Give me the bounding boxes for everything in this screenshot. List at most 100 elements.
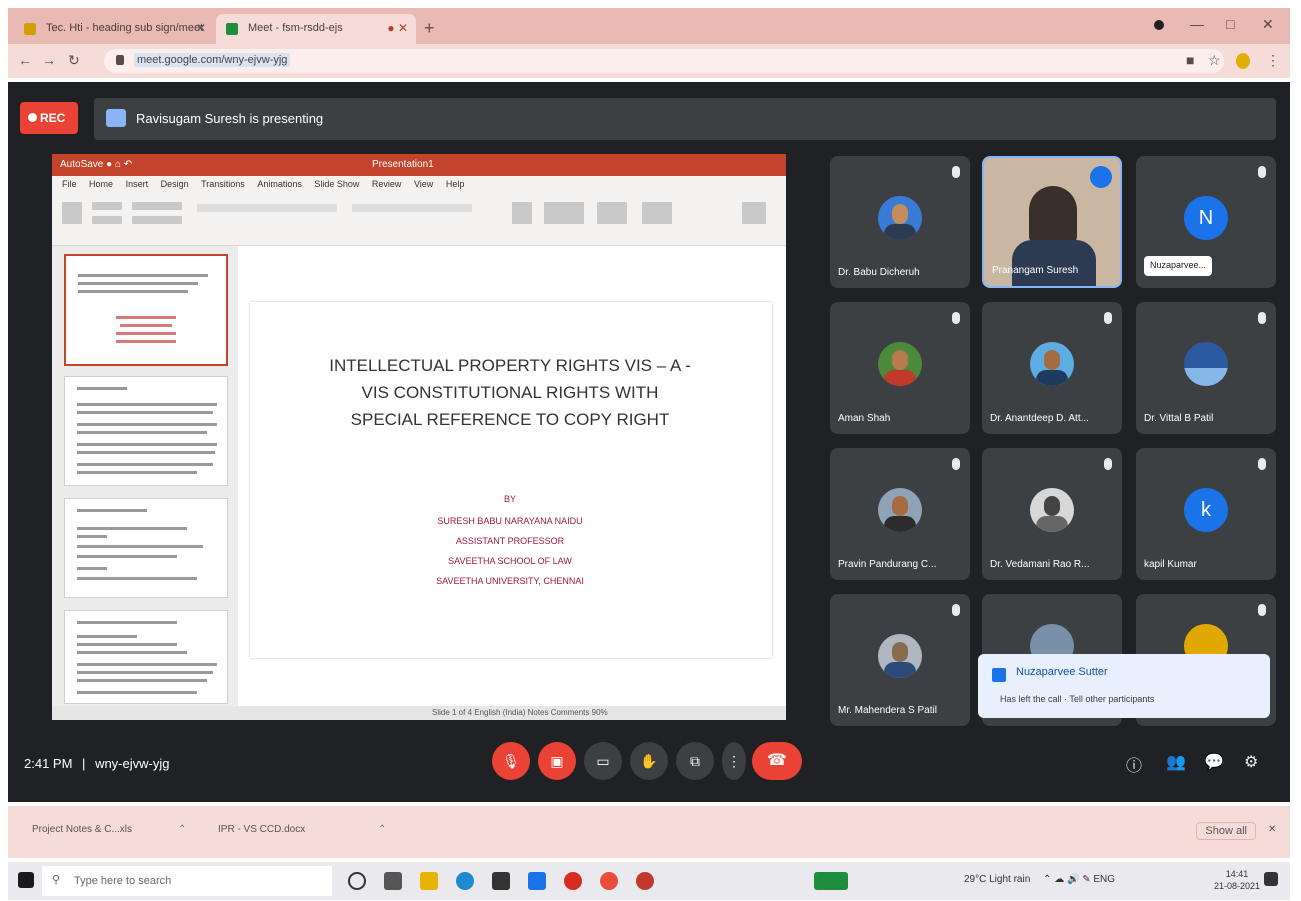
download-item[interactable]: IPR - VS CCD.docx — [218, 824, 305, 835]
raise-hand-button[interactable]: ✋ — [630, 742, 668, 780]
designer-icon — [742, 202, 766, 224]
chevron-up-icon[interactable]: ⌃ — [178, 824, 186, 835]
camera-indicator-icon[interactable]: ■ — [1186, 52, 1194, 68]
forward-icon[interactable]: → — [42, 52, 56, 68]
participant-name: Dr. Anantdeep D. Att... — [990, 413, 1089, 424]
captions-button[interactable]: ▭ — [584, 742, 622, 780]
slide-title: INTELLECTUAL PROPERTY RIGHTS VIS – A - V… — [280, 352, 740, 433]
participant-name: Mr. Mahendera S Patil — [838, 705, 937, 716]
back-icon[interactable]: ← — [18, 52, 32, 68]
participant-tile[interactable]: Pravin Pandurang C... — [830, 448, 970, 580]
participant-tile[interactable]: N Nuzaparvee... — [1136, 156, 1276, 288]
show-all-button[interactable]: Show all — [1196, 822, 1256, 840]
clock-date[interactable]: 14:41 21-08-2021 — [1214, 868, 1260, 892]
participant-left-icon — [992, 668, 1006, 682]
taskbar-search[interactable]: ⚲ Type here to search — [42, 866, 332, 896]
notification-icon[interactable] — [1264, 872, 1278, 886]
file-explorer-icon[interactable] — [420, 872, 438, 890]
participant-tile[interactable]: Dr. Babu Dicheruh — [830, 156, 970, 288]
notification-toast[interactable]: Nuzaparvee Sutter Has left the call · Te… — [978, 654, 1270, 718]
chrome-icon[interactable] — [636, 872, 654, 890]
slide-thumbnail-4[interactable] — [64, 610, 228, 704]
participant-name: Pravin Pandurang C... — [838, 559, 937, 570]
reload-icon[interactable]: ↻ — [68, 52, 80, 69]
meet-window: REC Ravisugam Suresh is presenting AutoS… — [8, 82, 1290, 802]
start-icon[interactable] — [18, 872, 34, 888]
participant-tile[interactable]: Dr. Vedamani Rao R... — [982, 448, 1122, 580]
mail-icon[interactable] — [528, 872, 546, 890]
mic-off-icon — [1258, 312, 1266, 324]
address-bar[interactable]: meet.google.com/wny-ejvw-yjg — [104, 49, 1224, 73]
participant-tile-presenter[interactable]: Pranangam Suresh — [982, 156, 1122, 288]
new-tab-button[interactable]: + — [424, 18, 435, 39]
shared-screen: AutoSave ● ⌂ ↶ Presentation1 File Home I… — [52, 154, 786, 720]
task-view-icon[interactable] — [348, 872, 366, 890]
present-screen-button[interactable]: ⧉ — [676, 742, 714, 780]
opera-icon[interactable] — [564, 872, 582, 890]
slide-title-line: VIS CONSTITUTIONAL RIGHTS WITH — [361, 383, 659, 402]
info-icon[interactable]: ⓘ — [1126, 752, 1142, 776]
slide-thumbnail-3[interactable] — [64, 498, 228, 598]
maximize-button[interactable]: □ — [1226, 16, 1234, 32]
profile-icon[interactable] — [1154, 20, 1164, 30]
camera-off-button[interactable]: ▣ — [538, 742, 576, 780]
slide-thumbnail-2[interactable] — [64, 376, 228, 486]
close-tab-icon[interactable]: ✕ — [196, 21, 206, 35]
presenting-text: Ravisugam Suresh is presenting — [136, 111, 324, 126]
download-item[interactable]: Project Notes & C...xls — [32, 824, 132, 835]
chevron-up-icon[interactable]: ⌃ — [378, 824, 386, 835]
browser-tab[interactable]: Tec. Hti - heading sub sign/meet ✕ — [14, 14, 214, 44]
participant-name: Aman Shah — [838, 413, 891, 424]
more-options-button[interactable]: ⋮ — [722, 742, 746, 780]
extension-icon[interactable] — [1236, 53, 1250, 69]
chat-icon[interactable]: 💬 — [1204, 752, 1224, 772]
widgets-icon[interactable] — [384, 872, 402, 890]
search-placeholder: Type here to search — [74, 875, 172, 887]
recording-badge: REC — [20, 102, 78, 134]
taskbar-date: 21-08-2021 — [1214, 881, 1261, 891]
participant-tile[interactable]: Mr. Mahendera S Patil — [830, 594, 970, 726]
microphone-off-button[interactable]: 🎙 — [492, 742, 530, 780]
participant-tile[interactable]: Dr. Vittal B Patil — [1136, 302, 1276, 434]
participant-tile[interactable]: Aman Shah — [830, 302, 970, 434]
slide-author: SURESH BABU NARAYANA NAIDU — [437, 516, 583, 526]
ribbon-control — [92, 202, 122, 210]
battery-app-icon[interactable] — [814, 872, 848, 890]
rec-label: REC — [40, 111, 66, 125]
browser-tab-active[interactable]: Meet - fsm-rsdd-ejs ● ✕ — [216, 14, 416, 44]
close-window-button[interactable]: ✕ — [1262, 16, 1274, 33]
system-tray[interactable]: 29°C Light rain ⌃ ☁ 🔊 ✎ ENG — [964, 874, 1115, 885]
tray-icons[interactable]: ⌃ ☁ 🔊 ✎ ENG — [1043, 874, 1115, 885]
toast-title: Nuzaparvee Sutter — [1016, 666, 1108, 678]
arrange-icon — [544, 202, 584, 224]
participant-tile[interactable]: Dr. Anantdeep D. Att... — [982, 302, 1122, 434]
close-shelf-icon[interactable]: ✕ — [1268, 824, 1276, 835]
mic-off-icon — [1258, 604, 1266, 616]
avatar: k — [1184, 488, 1228, 532]
participant-name: Dr. Babu Dicheruh — [838, 267, 920, 278]
edge-icon[interactable] — [456, 872, 474, 890]
speaking-indicator-icon — [1090, 166, 1112, 188]
minimize-button[interactable]: — — [1190, 16, 1204, 32]
shapes-icon — [512, 202, 532, 224]
chrome-icon[interactable] — [600, 872, 618, 890]
participant-tile[interactable]: k kapil Kumar — [1136, 448, 1276, 580]
leave-call-button[interactable]: ☎ — [752, 742, 802, 780]
ppt-menu-item: Home — [89, 179, 114, 189]
ppt-menu-item: View — [413, 179, 434, 189]
ribbon-control — [92, 216, 122, 224]
slide-title-line: SPECIAL REFERENCE TO COPY RIGHT — [350, 410, 670, 429]
bookmark-star-icon[interactable]: ☆ — [1208, 52, 1221, 69]
weather-text: 29°C Light rain — [964, 874, 1031, 885]
store-icon[interactable] — [492, 872, 510, 890]
avatar — [878, 342, 922, 386]
slide-thumbnail-1[interactable] — [64, 254, 228, 366]
close-tab-icon[interactable]: ● ✕ — [387, 21, 408, 35]
people-icon[interactable]: 👥 — [1166, 752, 1186, 772]
mic-off-icon — [952, 458, 960, 470]
mic-off-icon — [1258, 166, 1266, 178]
participant-name-chip: Nuzaparvee... — [1144, 256, 1213, 276]
activities-icon[interactable]: ⚙ — [1244, 752, 1258, 772]
menu-icon[interactable]: ⋮ — [1266, 52, 1280, 69]
slide-school: SAVEETHA SCHOOL OF LAW — [448, 556, 572, 566]
